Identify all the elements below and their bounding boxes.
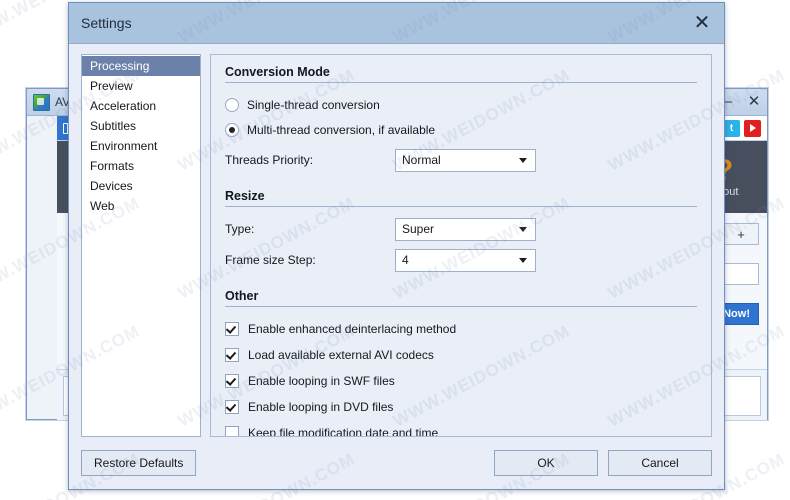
ok-button[interactable]: OK: [494, 450, 598, 476]
close-icon[interactable]: ✕: [745, 91, 763, 111]
chevron-down-icon: [519, 258, 527, 263]
chevron-down-icon: [519, 158, 527, 163]
dialog-titlebar: Settings ✕: [69, 3, 724, 44]
radio-indicator[interactable]: [225, 122, 239, 137]
checkbox-indicator[interactable]: [225, 373, 239, 388]
checkbox-label: Enable enhanced deinterlacing method: [248, 321, 457, 336]
threads-priority-select[interactable]: Normal: [395, 148, 536, 172]
checkbox-label: Load available external AVI codecs: [248, 347, 434, 362]
sidebar-item-environment[interactable]: Environment: [82, 136, 200, 156]
dialog-footer: Restore Defaults OK Cancel: [69, 437, 724, 489]
sidebar-item-processing[interactable]: Processing: [82, 56, 200, 76]
checkbox-keep-file-date[interactable]: Keep file modification date and time: [225, 422, 697, 437]
bg-window-gutter: [27, 116, 57, 420]
chevron-down-icon: [519, 227, 527, 232]
section-title-conversion-mode: Conversion Mode: [225, 65, 330, 79]
radio-label: Multi-thread conversion, if available: [247, 122, 436, 137]
threads-priority-label: Threads Priority:: [225, 153, 314, 167]
sidebar-item-devices[interactable]: Devices: [82, 176, 200, 196]
twitter-icon[interactable]: t: [723, 119, 740, 137]
section-divider: [225, 206, 697, 207]
radio-multi-thread[interactable]: Multi-thread conversion, if available: [225, 119, 697, 140]
settings-panel-processing: Conversion Mode Single-thread conversion…: [210, 54, 712, 437]
checkbox-external-avi-codecs[interactable]: Load available external AVI codecs: [225, 344, 697, 365]
checkbox-label: Enable looping in DVD files: [248, 399, 394, 414]
resize-type-label: Type:: [225, 222, 255, 236]
sidebar-item-subtitles[interactable]: Subtitles: [82, 116, 200, 136]
cancel-button[interactable]: Cancel: [608, 450, 712, 476]
dialog-title: Settings: [81, 15, 132, 31]
resize-type-row: Type: Super: [225, 217, 697, 241]
checkbox-indicator[interactable]: [225, 399, 239, 414]
radio-indicator[interactable]: [225, 97, 239, 112]
section-title-resize: Resize: [225, 189, 265, 203]
threads-priority-row: Threads Priority: Normal: [225, 148, 697, 172]
checkbox-label: Keep file modification date and time: [248, 425, 439, 437]
sidebar-item-acceleration[interactable]: Acceleration: [82, 96, 200, 116]
settings-dialog: Settings ✕ Processing Preview Accelerati…: [68, 2, 725, 490]
youtube-icon[interactable]: [744, 119, 761, 137]
checkbox-indicator[interactable]: [225, 347, 239, 362]
checkbox-indicator[interactable]: [225, 321, 239, 336]
radio-single-thread[interactable]: Single-thread conversion: [225, 94, 697, 115]
section-title-other: Other: [225, 289, 259, 303]
section-divider: [225, 82, 697, 83]
threads-priority-value: Normal: [402, 153, 441, 167]
bg-window-controls: – ✕: [719, 91, 763, 111]
checkbox-enhanced-deinterlacing[interactable]: Enable enhanced deinterlacing method: [225, 318, 697, 339]
resize-type-select[interactable]: Super: [395, 217, 536, 241]
resize-type-value: Super: [402, 222, 435, 236]
add-button[interactable]: +: [723, 223, 759, 245]
avs-app-icon: [33, 93, 50, 111]
sidebar-item-formats[interactable]: Formats: [82, 156, 200, 176]
sidebar-item-preview[interactable]: Preview: [82, 76, 200, 96]
checkbox-label: Enable looping in SWF files: [248, 373, 395, 388]
frame-size-step-value: 4: [402, 253, 409, 267]
checkbox-looping-swf[interactable]: Enable looping in SWF files: [225, 370, 697, 391]
settings-nav-list[interactable]: Processing Preview Acceleration Subtitle…: [81, 54, 201, 437]
section-divider: [225, 306, 697, 307]
sidebar-item-web[interactable]: Web: [82, 196, 200, 216]
frame-size-step-label: Frame size Step:: [225, 253, 316, 267]
restore-defaults-button[interactable]: Restore Defaults: [81, 450, 197, 476]
dialog-body: Processing Preview Acceleration Subtitle…: [69, 44, 724, 437]
frame-size-step-row: Frame size Step: 4: [225, 248, 697, 272]
checkbox-indicator[interactable]: [225, 425, 239, 436]
frame-size-step-select[interactable]: 4: [395, 248, 536, 272]
radio-label: Single-thread conversion: [247, 97, 380, 112]
close-icon[interactable]: ✕: [690, 11, 714, 35]
checkbox-looping-dvd[interactable]: Enable looping in DVD files: [225, 396, 697, 417]
